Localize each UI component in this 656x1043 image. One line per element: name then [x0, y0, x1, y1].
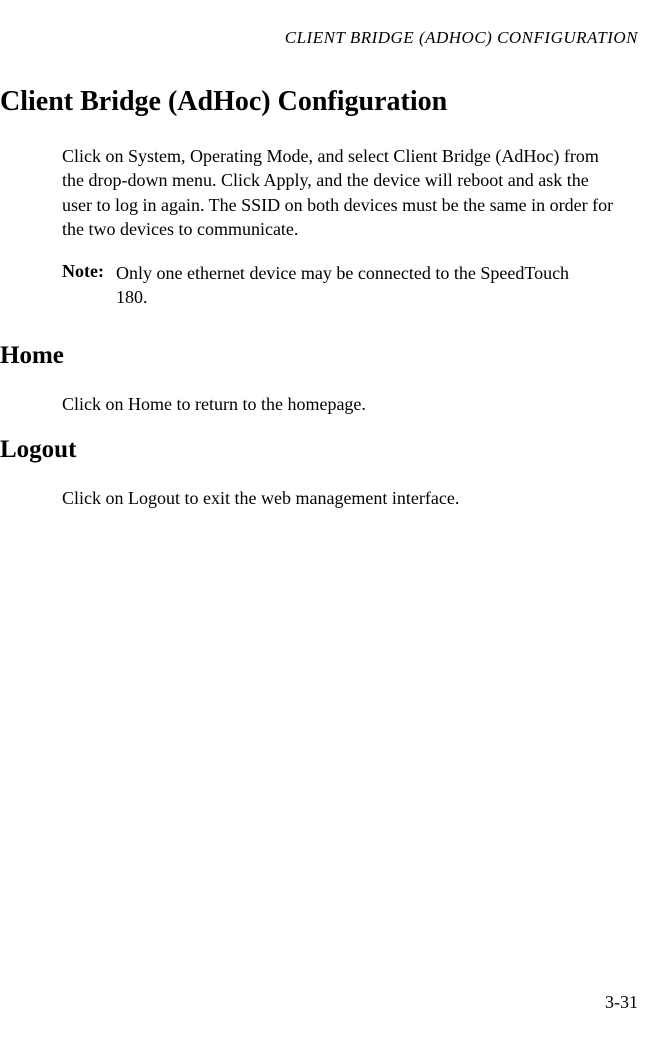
note-label: Note:: [62, 261, 104, 282]
section-heading-logout: Logout: [0, 436, 638, 464]
note-block: Note: Only one ethernet device may be co…: [62, 261, 578, 310]
page-number: 3-31: [605, 992, 638, 1013]
section-heading-home: Home: [0, 342, 638, 370]
section-home-text: Click on Home to return to the homepage.: [62, 392, 620, 416]
page-title: Client Bridge (AdHoc) Configuration: [0, 86, 638, 118]
running-header: CLIENT BRIDGE (ADHOC) CONFIGURATION: [0, 28, 638, 48]
note-text: Only one ethernet device may be connecte…: [116, 261, 578, 310]
section-logout-text: Click on Logout to exit the web manageme…: [62, 486, 620, 510]
intro-paragraph: Click on System, Operating Mode, and sel…: [62, 144, 620, 241]
